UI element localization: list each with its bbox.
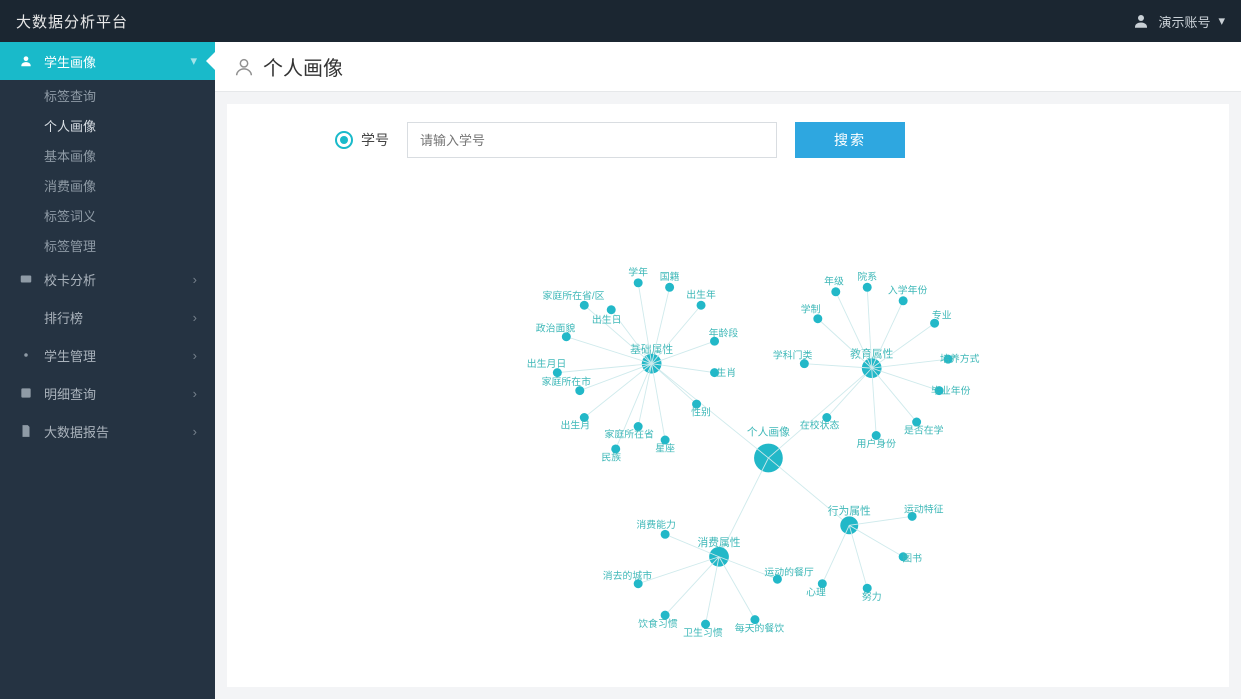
- svg-text:基础属性: 基础属性: [630, 343, 673, 356]
- svg-text:用户身份: 用户身份: [856, 437, 896, 450]
- svg-text:国籍: 国籍: [660, 270, 680, 283]
- svg-text:性别: 性别: [691, 406, 711, 419]
- svg-text:民族: 民族: [601, 451, 621, 464]
- svg-text:行为属性: 行为属性: [828, 505, 871, 518]
- svg-text:家庭所在省/区: 家庭所在省/区: [543, 289, 605, 302]
- relation-graph[interactable]: 个人画像 基础属性 学年 国籍 出生年 年龄段 生肖 性别 星座 民族 出: [227, 184, 1229, 687]
- svg-text:每天的餐饮: 每天的餐饮: [735, 621, 785, 634]
- svg-text:院系: 院系: [857, 270, 877, 283]
- radio-icon: [335, 131, 353, 149]
- svg-text:出生日: 出生日: [592, 313, 622, 326]
- sidebar-item-label: 排行榜: [44, 308, 83, 327]
- svg-text:培养方式: 培养方式: [940, 352, 980, 365]
- svg-text:是否在学: 是否在学: [904, 424, 944, 437]
- user-icon: [18, 54, 34, 68]
- user-name: 演示账号: [1158, 12, 1210, 31]
- svg-text:个人画像: 个人画像: [747, 427, 790, 439]
- svg-text:饮食习惯: 饮食习惯: [638, 617, 678, 630]
- sidebar-sub-basic-portrait[interactable]: 基本画像: [0, 140, 215, 170]
- chevron-right-icon: ›: [193, 386, 197, 401]
- page-header: 个人画像: [215, 42, 1241, 92]
- svg-text:毕业年份: 毕业年份: [931, 384, 971, 397]
- chevron-right-icon: ›: [193, 272, 197, 287]
- svg-text:政治面貌: 政治面貌: [536, 321, 576, 334]
- svg-text:生肖: 生肖: [716, 366, 736, 379]
- svg-text:运动的餐厅: 运动的餐厅: [764, 566, 814, 579]
- sidebar-item-label: 大数据报告: [44, 422, 109, 441]
- svg-text:学制: 学制: [801, 302, 821, 315]
- svg-text:专业: 专业: [932, 309, 952, 322]
- sidebar-item-ranking[interactable]: 排行榜 ›: [0, 298, 215, 336]
- sidebar-sub-tag-manage[interactable]: 标签管理: [0, 230, 215, 260]
- sidebar-sub-tag-query[interactable]: 标签查询: [0, 80, 215, 110]
- sidebar-sub-consume-portrait[interactable]: 消费画像: [0, 170, 215, 200]
- detail-icon: [18, 386, 34, 400]
- main-area: 个人画像 学号 搜索 个人画像 基础属性: [215, 42, 1241, 699]
- svg-text:家庭所在市: 家庭所在市: [542, 375, 592, 388]
- svg-text:年级: 年级: [824, 275, 844, 288]
- sidebar-item-label: 学生画像: [44, 52, 96, 71]
- svg-text:在校状态: 在校状态: [800, 418, 840, 431]
- sidebar-item-label: 校卡分析: [44, 270, 96, 289]
- content-panel: 学号 搜索 个人画像 基础属性 学年 国籍 出生年: [227, 104, 1229, 687]
- sidebar-item-student-portrait[interactable]: 学生画像 ▾: [0, 42, 215, 80]
- sidebar-sub-tag-meaning[interactable]: 标签词义: [0, 200, 215, 230]
- svg-text:消去的城市: 消去的城市: [603, 569, 653, 582]
- student-id-input[interactable]: [407, 122, 777, 158]
- sidebar-item-label: 学生管理: [44, 346, 96, 365]
- sidebar-item-detail-query[interactable]: 明细查询 ›: [0, 374, 215, 412]
- person-icon: [233, 56, 255, 78]
- sidebar-item-label: 明细查询: [44, 384, 96, 403]
- svg-text:消费属性: 消费属性: [697, 536, 740, 549]
- topbar: 大数据分析平台 演示账号 ▾: [0, 0, 1241, 42]
- chevron-right-icon: ›: [193, 310, 197, 325]
- chevron-right-icon: ›: [193, 424, 197, 439]
- chevron-down-icon: ▾: [1218, 13, 1225, 29]
- manage-icon: [18, 348, 34, 362]
- svg-text:出生月日: 出生月日: [527, 357, 567, 370]
- svg-text:入学年份: 入学年份: [888, 284, 928, 297]
- svg-text:家庭所在省: 家庭所在省: [605, 427, 655, 440]
- svg-text:消费能力: 消费能力: [636, 518, 676, 531]
- search-row: 学号 搜索: [335, 122, 1201, 158]
- svg-text:年龄段: 年龄段: [709, 327, 739, 340]
- chevron-down-icon: ▾: [190, 53, 197, 69]
- sidebar-item-student-manage[interactable]: 学生管理 ›: [0, 336, 215, 374]
- svg-text:出生年: 出生年: [686, 288, 716, 301]
- svg-text:卫生习惯: 卫生习惯: [683, 626, 723, 639]
- radio-label: 学号: [361, 130, 389, 150]
- report-icon: [18, 424, 34, 438]
- sidebar-item-bigdata-report[interactable]: 大数据报告 ›: [0, 412, 215, 450]
- svg-text:学科门类: 学科门类: [773, 348, 813, 361]
- sidebar-item-card-analysis[interactable]: 校卡分析 ›: [0, 260, 215, 298]
- sidebar: 学生画像 ▾ 标签查询 个人画像 基本画像 消费画像 标签词义 标签管理 校卡分…: [0, 42, 215, 699]
- svg-text:努力: 努力: [862, 590, 882, 603]
- svg-text:运动特征: 运动特征: [904, 504, 944, 516]
- svg-text:心理: 心理: [806, 586, 826, 598]
- card-icon: [18, 272, 34, 286]
- svg-text:星座: 星座: [655, 442, 675, 455]
- app-title: 大数据分析平台: [16, 11, 128, 32]
- search-button[interactable]: 搜索: [795, 122, 905, 158]
- rank-icon: [18, 310, 34, 324]
- svg-text:出生月: 出生月: [560, 418, 590, 431]
- user-avatar-icon: [1132, 12, 1150, 30]
- user-menu[interactable]: 演示账号 ▾: [1132, 12, 1225, 31]
- page-title: 个人画像: [263, 52, 343, 81]
- sidebar-sub-personal-portrait[interactable]: 个人画像: [0, 110, 215, 140]
- svg-text:图书: 图书: [902, 552, 922, 564]
- radio-student-id[interactable]: 学号: [335, 130, 389, 150]
- svg-text:学年: 学年: [628, 266, 648, 279]
- chevron-right-icon: ›: [193, 348, 197, 363]
